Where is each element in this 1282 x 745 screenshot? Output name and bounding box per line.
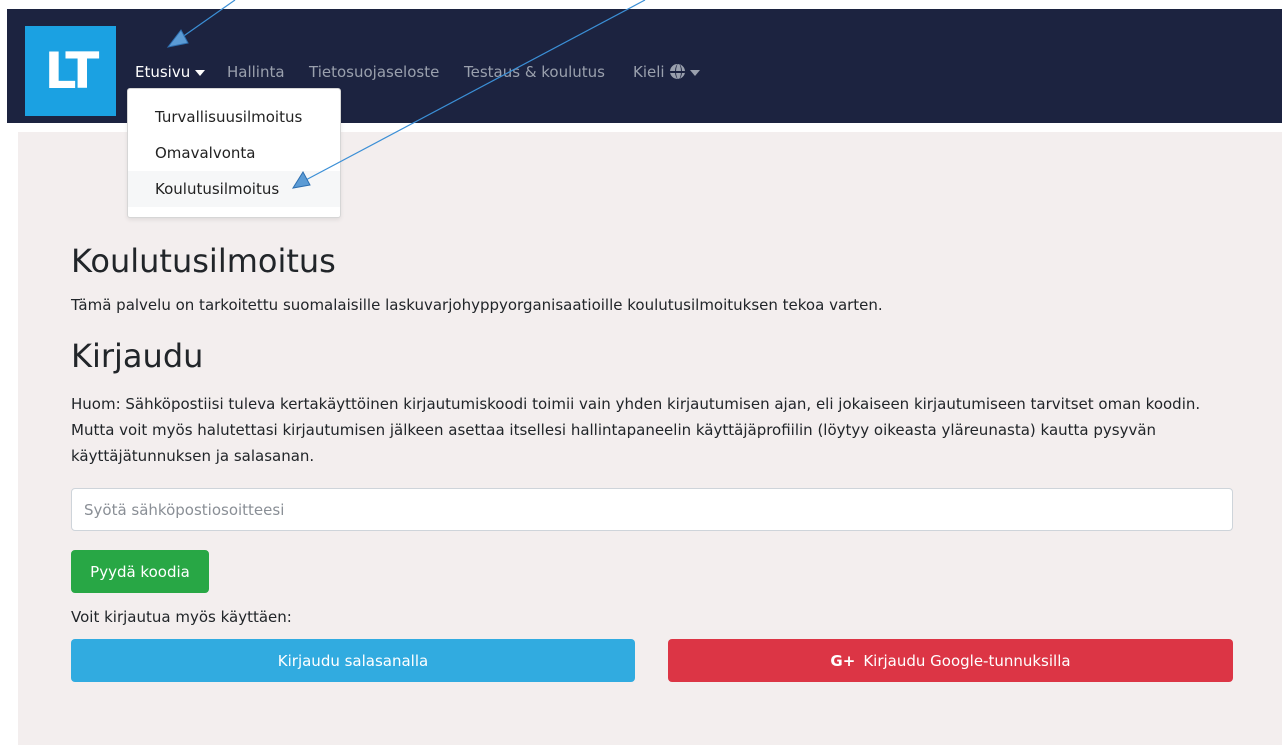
nav-tietosuojaseloste[interactable]: Tietosuojaseloste [309,63,439,81]
nav-etusivu[interactable]: Etusivu [135,63,206,81]
nav-testaus-koulutus[interactable]: Testaus & koulutus [464,63,605,81]
nav-kieli[interactable]: Kieli [633,63,700,81]
globe-icon [669,64,685,79]
logo[interactable]: LT [25,26,116,116]
dropdown-item-omavalvonta[interactable]: Omavalvonta [128,135,340,171]
nav-hallinta-label: Hallinta [227,63,285,81]
password-login-button[interactable]: Kirjaudu salasanalla [71,639,635,682]
caret-down-icon [689,69,700,76]
request-code-button[interactable]: Pyydä koodia [71,550,209,593]
intro-text: Tämä palvelu on tarkoitettu suomalaisill… [71,296,883,314]
nav-hallinta[interactable]: Hallinta [227,63,285,81]
google-login-label: Kirjaudu Google-tunnuksilla [863,651,1071,670]
nav-etusivu-label: Etusivu [135,63,191,81]
etusivu-dropdown-menu: Turvallisuusilmoitus Omavalvonta Koulutu… [127,88,341,218]
login-heading: Kirjaudu [71,337,204,375]
nav-testaus-koulutus-label: Testaus & koulutus [464,63,605,81]
email-input[interactable] [71,488,1233,531]
google-plus-icon: G+ [830,651,856,670]
caret-down-icon [195,69,206,76]
dropdown-item-koulutusilmoitus[interactable]: Koulutusilmoitus [128,171,340,207]
alt-login-text: Voit kirjautua myös käyttäen: [71,608,292,626]
nav-kieli-label: Kieli [633,63,665,81]
login-note: Huom: Sähköpostiisi tuleva kertakäyttöin… [71,395,1201,465]
dropdown-item-turvallisuusilmoitus[interactable]: Turvallisuusilmoitus [128,99,340,135]
google-login-button[interactable]: G+ Kirjaudu Google-tunnuksilla [668,639,1233,682]
page-title: Koulutusilmoitus [71,242,336,280]
nav-tietosuojaseloste-label: Tietosuojaseloste [309,63,440,81]
